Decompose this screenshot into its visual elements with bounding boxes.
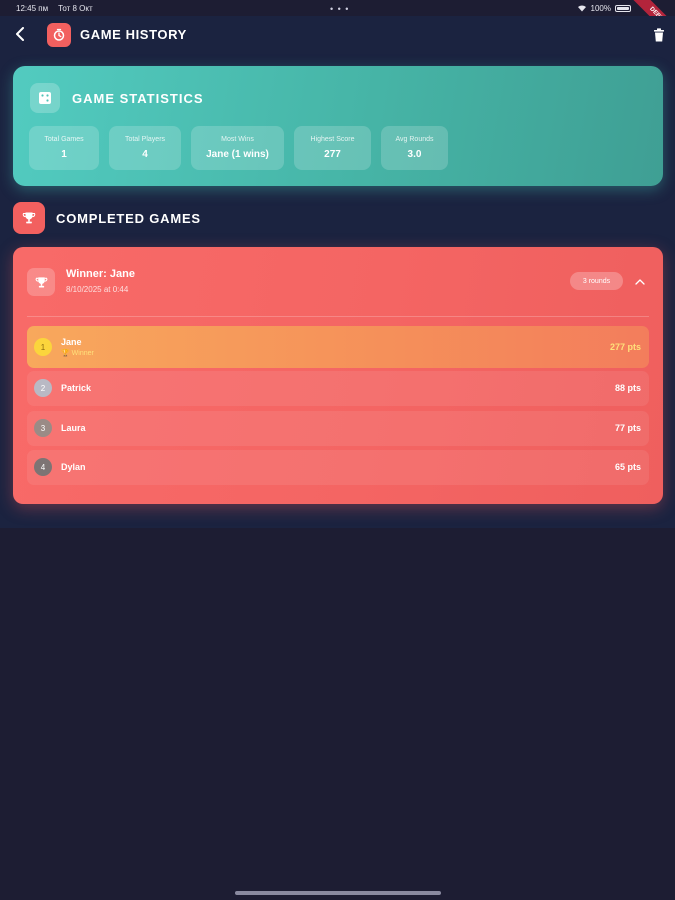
stat-label: Highest Score: [310, 136, 355, 143]
stat-tile-most-wins: Most Wins Jane (1 wins): [191, 126, 284, 170]
timer-icon: [53, 28, 65, 41]
player-row-winner[interactable]: 1 Jane 🏆 Winner 277 pts: [27, 326, 649, 368]
chevron-up-icon: [635, 278, 645, 285]
stat-tile-avg-rounds: Avg Rounds 3.0: [381, 126, 448, 170]
page-title: GAME HISTORY: [80, 27, 187, 42]
game-date: 8/10/2025 at 0:44: [66, 285, 129, 294]
stat-label: Total Players: [124, 136, 166, 143]
multitasking-dots[interactable]: • • •: [330, 4, 349, 14]
player-row[interactable]: 3 Laura 77 pts: [27, 411, 649, 446]
stat-value: 277: [324, 149, 341, 160]
stat-value: Jane (1 wins): [206, 149, 269, 160]
home-indicator[interactable]: [235, 891, 441, 895]
card-divider: [27, 316, 649, 317]
clear-history-button[interactable]: [651, 26, 667, 44]
rank-badge-silver: 2: [34, 379, 52, 397]
player-score: 88 pts: [614, 383, 641, 393]
completed-games-icon-badge: [13, 202, 45, 234]
content-area: GAME STATISTICS Total Games 1 Total Play…: [0, 54, 675, 528]
stat-value: 4: [142, 149, 148, 160]
stats-icon-badge: [30, 83, 60, 113]
chevron-left-icon: [16, 27, 24, 41]
stat-value: 1: [61, 149, 67, 160]
stat-label: Total Games: [44, 136, 84, 143]
dice-icon: [39, 92, 51, 104]
battery-icon: [615, 4, 631, 12]
stat-tile-highest-score: Highest Score 277: [294, 126, 371, 170]
stat-value: 3.0: [407, 149, 422, 160]
winner-title: Winner: Jane: [66, 268, 135, 280]
rank-badge-bronze: 3: [34, 419, 52, 437]
stat-tile-total-players: Total Players 4: [109, 126, 181, 170]
screen: 12:45 пм Тот 8 Окт • • • 100% DEBUG GAM: [0, 0, 675, 900]
rounds-badge: 3 rounds: [570, 272, 623, 290]
battery-percent: 100%: [590, 3, 611, 13]
stat-tile-total-games: Total Games 1: [29, 126, 99, 170]
wifi-icon: [577, 5, 586, 12]
trophy-icon: [22, 212, 36, 224]
trophy-icon: [35, 276, 47, 288]
player-row[interactable]: 4 Dylan 65 pts: [27, 450, 649, 485]
status-time: 12:45 пм: [16, 3, 49, 13]
stat-label: Avg Rounds: [395, 136, 434, 143]
player-name: Jane: [61, 337, 82, 347]
status-date: Тот 8 Окт: [58, 3, 93, 13]
rank-badge-gold: 1: [34, 338, 52, 356]
status-bar: 12:45 пм Тот 8 Окт • • • 100%: [0, 0, 675, 16]
rank-badge: 4: [34, 458, 52, 476]
back-button[interactable]: [10, 24, 30, 44]
player-name: Laura: [61, 423, 86, 433]
player-score: 77 pts: [614, 423, 641, 433]
completed-games-title: COMPLETED GAMES: [56, 211, 201, 226]
trash-icon: [654, 28, 664, 42]
game-card: Winner: Jane 8/10/2025 at 0:44 3 rounds …: [13, 247, 663, 504]
player-score: 65 pts: [614, 462, 641, 472]
winner-tag: 🏆 Winner: [61, 350, 94, 357]
game-statistics-card: GAME STATISTICS Total Games 1 Total Play…: [13, 66, 663, 186]
status-left: 12:45 пм Тот 8 Окт: [16, 4, 93, 13]
player-name: Patrick: [61, 383, 92, 393]
player-row[interactable]: 2 Patrick 88 pts: [27, 371, 649, 406]
stats-title: GAME STATISTICS: [72, 91, 204, 106]
app-bar: GAME HISTORY: [0, 16, 675, 54]
game-trophy-badge: [27, 268, 55, 296]
title-badge: [47, 23, 71, 47]
player-name: Dylan: [61, 462, 86, 472]
player-score: 277 pts: [609, 342, 641, 352]
collapse-button[interactable]: [633, 274, 647, 288]
stat-label: Most Wins: [221, 136, 254, 143]
